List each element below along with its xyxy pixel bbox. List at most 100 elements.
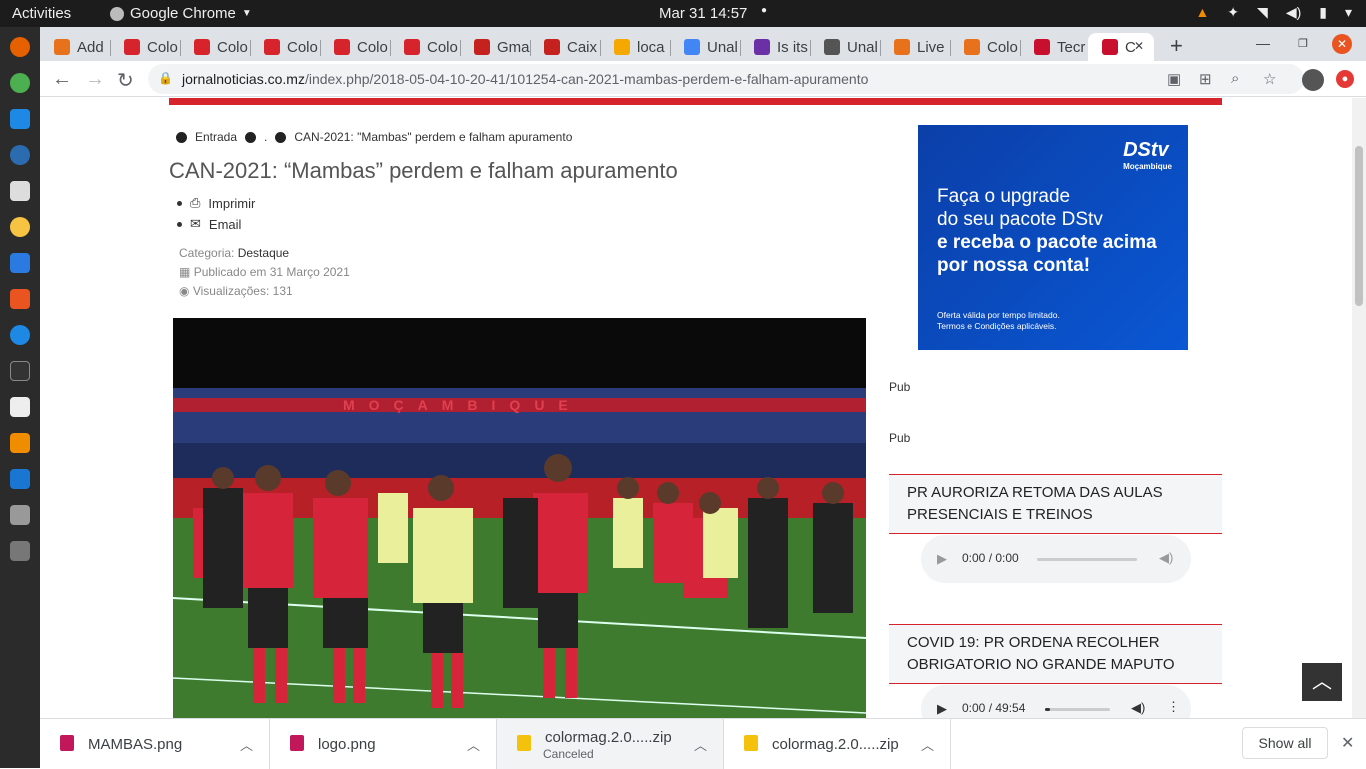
category-link[interactable]: Destaque <box>238 246 289 260</box>
help-icon[interactable] <box>10 325 30 345</box>
disk-icon[interactable] <box>10 505 30 525</box>
page-scrollbar[interactable] <box>1352 98 1366 718</box>
show-all-button[interactable]: Show all <box>1242 727 1328 759</box>
reload-button[interactable]: ↻ <box>117 68 134 93</box>
browser-tab[interactable]: Colo <box>250 33 320 61</box>
download-item[interactable]: colormag.2.0.....zip Canceled ︿ <box>497 719 724 769</box>
forward-button[interactable]: → <box>85 68 105 91</box>
browser-tab[interactable]: Colo <box>390 33 460 61</box>
chevron-up-icon[interactable]: ︿ <box>467 735 480 754</box>
volume-icon[interactable]: ◀) <box>1159 550 1173 566</box>
bookmark-star-icon[interactable]: ☆ <box>1263 70 1276 88</box>
ad-fine-1: Oferta válida por tempo limitado. <box>937 310 1060 320</box>
volume-icon[interactable]: ◀) <box>1286 4 1301 21</box>
sidebar-news-title-1[interactable]: PR AURORIZA RETOMA DAS AULAS PRESENCIAIS… <box>889 474 1222 534</box>
scrollbar-thumb[interactable] <box>1355 146 1363 306</box>
rhythmbox-icon[interactable] <box>10 217 30 237</box>
tab-favicon-icon <box>614 39 630 55</box>
system-tray[interactable]: ▲ ✦ ◥ ◀) ▮ ▾ <box>1195 4 1352 21</box>
close-icon[interactable]: ✕ <box>1341 733 1354 753</box>
browser-tab[interactable]: Unal <box>810 33 880 61</box>
browser-tab[interactable]: Is its <box>740 33 810 61</box>
audio-player-2[interactable]: ▶ 0:00 / 49:54 ◀) ⋮ <box>921 685 1191 718</box>
minimize-button[interactable]: — <box>1256 35 1270 51</box>
audio-progress[interactable] <box>1037 558 1137 561</box>
chevron-up-icon[interactable]: ︿ <box>921 735 934 754</box>
download-item[interactable]: colormag.2.0.....zip ︿ <box>724 719 951 769</box>
software-icon[interactable] <box>10 289 30 309</box>
browser-tab[interactable]: Colo <box>110 33 180 61</box>
browser-tab[interactable]: Caix <box>530 33 600 61</box>
download-item[interactable]: MAMBAS.png ︿ <box>40 719 270 769</box>
vlc-icon[interactable] <box>10 433 30 453</box>
dstv-advert[interactable]: DStv Moçambique Faça o upgrade do seu pac… <box>918 125 1188 350</box>
extension-icon[interactable]: ● <box>1336 70 1354 88</box>
print-icon: ⎙ <box>190 195 201 210</box>
email-label[interactable]: Email <box>209 217 242 232</box>
firefox-icon[interactable] <box>10 37 30 57</box>
browser-tab[interactable]: Tecr <box>1020 33 1090 61</box>
usb-drive-icon[interactable] <box>10 541 30 561</box>
document-viewer-icon[interactable] <box>10 397 30 417</box>
cast-icon[interactable]: ▣ <box>1167 70 1181 88</box>
files-icon[interactable] <box>10 181 30 201</box>
tab-favicon-icon <box>754 39 770 55</box>
play-icon[interactable]: ▶ <box>937 701 947 717</box>
browser-tab[interactable]: Live <box>880 33 950 61</box>
zoom-icon[interactable]: ⌕ <box>1231 70 1239 87</box>
bullet-arrow-icon <box>275 131 287 143</box>
tab-favicon-icon <box>964 39 980 55</box>
print-action[interactable]: ⎙ Imprimir <box>177 195 255 211</box>
new-tab-button[interactable]: + <box>1170 33 1183 59</box>
play-icon[interactable]: ▶ <box>937 551 947 567</box>
app-menu[interactable]: Google Chrome ▼ <box>110 5 252 22</box>
chrome-icon[interactable] <box>10 73 30 93</box>
chevron-up-icon[interactable]: ︿ <box>694 735 707 754</box>
url-text[interactable]: jornalnoticias.co.mz/index.php/2018-05-0… <box>182 71 868 87</box>
maximize-button[interactable]: ❐ <box>1298 37 1308 50</box>
browser-tab[interactable]: Add <box>40 33 110 61</box>
browser-tab[interactable]: Unal <box>670 33 740 61</box>
close-window-button[interactable]: ✕ <box>1332 34 1352 54</box>
print-label[interactable]: Imprimir <box>208 196 255 211</box>
browser-tab[interactable]: Gma <box>460 33 530 61</box>
envelope-icon: ✉ <box>190 216 201 231</box>
email-action[interactable]: ✉ Email <box>177 216 255 232</box>
close-tab-icon[interactable]: ✕ <box>1134 39 1144 53</box>
browser-tab[interactable]: Colo <box>950 33 1020 61</box>
writer-icon[interactable] <box>10 253 30 273</box>
power-menu-icon[interactable]: ▾ <box>1345 4 1352 21</box>
wifi-icon[interactable]: ◥ <box>1257 4 1268 21</box>
download-item[interactable]: logo.png ︿ <box>270 719 497 769</box>
audio-player-1[interactable]: ▶ 0:00 / 0:00 ◀) <box>921 535 1191 583</box>
breadcrumb-section[interactable]: . <box>264 130 267 144</box>
scroll-to-top-button[interactable]: ︿ <box>1302 663 1342 701</box>
address-bar[interactable]: 🔒 jornalnoticias.co.mz/index.php/2018-05… <box>148 64 1304 94</box>
thunderbird-icon[interactable] <box>10 145 30 165</box>
chevron-up-icon[interactable]: ︿ <box>240 735 253 754</box>
vscode-icon[interactable] <box>10 109 30 129</box>
accessibility-icon[interactable]: ✦ <box>1227 4 1239 21</box>
tab-favicon-icon <box>474 39 490 55</box>
profile-avatar[interactable] <box>1302 69 1324 91</box>
browser-tab[interactable]: loca <box>600 33 670 61</box>
breadcrumb-home[interactable]: Entrada <box>195 130 237 144</box>
clock[interactable]: Mar 31 14:57 <box>659 5 747 22</box>
vlc-tray-icon[interactable]: ▲ <box>1195 4 1209 21</box>
sidebar-news-title-2[interactable]: COVID 19: PR ORDENA RECOLHER OBRIGATORIO… <box>889 624 1222 684</box>
text-editor-icon[interactable] <box>10 469 30 489</box>
more-options-icon[interactable]: ⋮ <box>1167 699 1180 715</box>
tab-separator <box>880 40 881 56</box>
browser-tab[interactable]: Colo <box>180 33 250 61</box>
volume-icon[interactable]: ◀) <box>1131 700 1145 716</box>
terminal-icon[interactable] <box>10 361 30 381</box>
translate-icon[interactable]: ⊞ <box>1199 70 1212 88</box>
audio-progress[interactable] <box>1045 708 1110 711</box>
battery-icon[interactable]: ▮ <box>1319 4 1327 21</box>
browser-tab[interactable]: Colo <box>320 33 390 61</box>
lock-icon[interactable]: 🔒 <box>158 71 173 85</box>
activities-button[interactable]: Activities <box>12 5 71 22</box>
back-button[interactable]: ← <box>52 68 72 91</box>
browser-tab[interactable]: C ✕ <box>1088 33 1154 61</box>
tab-favicon-icon <box>1102 39 1118 55</box>
